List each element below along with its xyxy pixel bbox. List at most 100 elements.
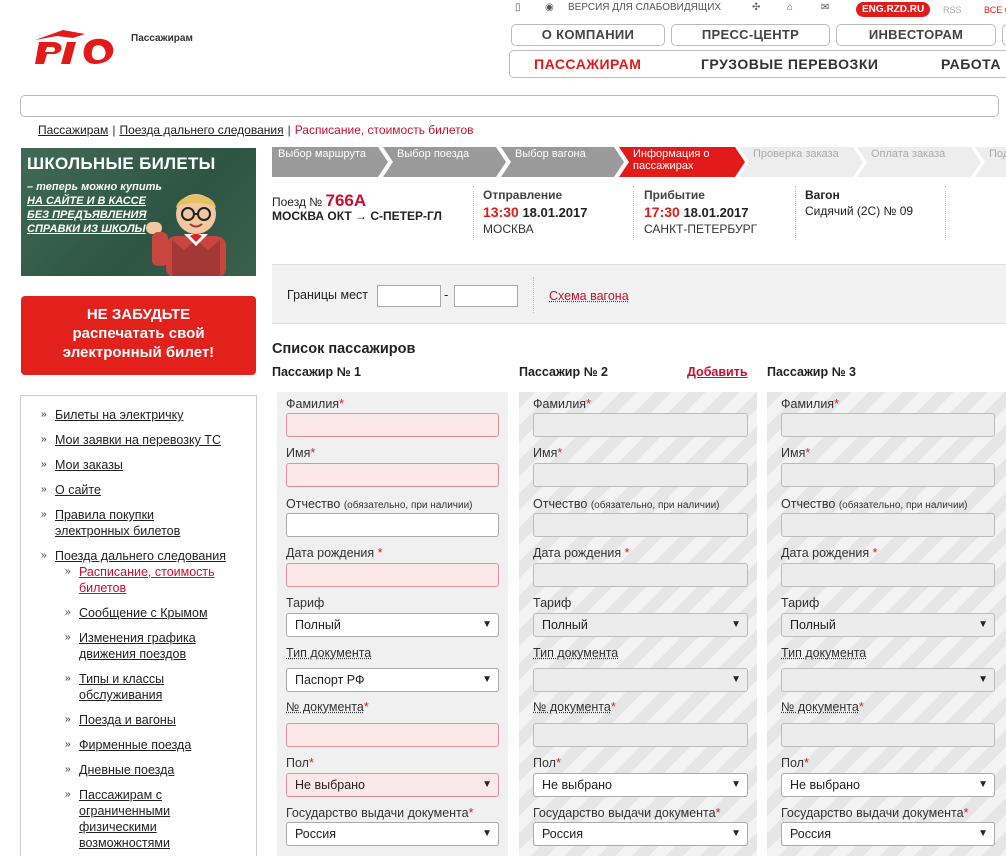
sitemap-icon[interactable]: ✣ bbox=[752, 2, 760, 13]
nav-freight[interactable]: ГРУЗОВЫЕ ПЕРЕВОЗКИ bbox=[701, 56, 878, 72]
tariff-select[interactable]: Полный ▼ bbox=[286, 613, 499, 637]
doc-number-input[interactable] bbox=[286, 723, 499, 747]
breadcrumb-current: Расписание, стоимость билетов bbox=[294, 123, 474, 137]
patronymic-input[interactable] bbox=[533, 513, 748, 537]
rzd-logo[interactable] bbox=[33, 24, 125, 66]
sidebar-subitem-trains-cars[interactable]: Поезда и вагоны bbox=[79, 712, 176, 728]
name-input[interactable] bbox=[533, 463, 748, 487]
patronymic-input[interactable] bbox=[286, 513, 499, 537]
bullet-icon: » bbox=[65, 632, 71, 643]
bullet-icon: » bbox=[41, 459, 47, 470]
print-ticket-banner[interactable]: НЕ ЗАБУДЬТЕ распечатать свой электронный… bbox=[21, 296, 256, 375]
seat-from-input[interactable] bbox=[377, 285, 441, 307]
name-label: Имя* bbox=[533, 446, 563, 460]
birthdate-input[interactable] bbox=[781, 563, 995, 587]
eng-site-link[interactable]: ENG.RZD.RU bbox=[856, 2, 931, 17]
bullet-icon: » bbox=[65, 673, 71, 684]
doc-type-label[interactable]: Тип документа bbox=[286, 646, 371, 660]
breadcrumb-passengers[interactable]: Пассажирам bbox=[38, 123, 108, 137]
name-input[interactable] bbox=[286, 463, 499, 487]
low-vision-link[interactable]: ВЕРСИЯ ДЛЯ СЛАБОВИДЯЩИХ bbox=[568, 2, 721, 13]
birthdate-input[interactable] bbox=[286, 563, 499, 587]
chevron-down-icon: ▼ bbox=[731, 779, 741, 790]
sidebar-item-long-distance[interactable]: Поезда дальнего следования bbox=[55, 548, 226, 564]
country-select[interactable]: Россия ▼ bbox=[286, 822, 499, 846]
tariff-label: Тариф bbox=[286, 596, 325, 610]
divider bbox=[633, 186, 634, 240]
schoolboy-illustration bbox=[146, 194, 226, 276]
passenger-1-title: Пассажир № 1 bbox=[272, 365, 361, 379]
country-select[interactable]: Россия ▼ bbox=[781, 822, 995, 846]
country-label: Государство выдачи документа* bbox=[286, 806, 474, 820]
doc-number-input[interactable] bbox=[781, 723, 995, 747]
patronymic-input[interactable] bbox=[781, 513, 995, 537]
home-icon[interactable]: ⌂ bbox=[787, 2, 793, 13]
doc-type-select[interactable]: Паспорт РФ ▼ bbox=[286, 668, 499, 692]
sidebar-subitem-schedule[interactable]: Расписание, стоимость билетов bbox=[79, 564, 239, 596]
gender-select[interactable]: Не выбрано ▼ bbox=[533, 773, 748, 797]
breadcrumb: Пассажирам | Поезда дальнего следования | Ра… bbox=[38, 123, 474, 137]
sidebar-item-rules[interactable]: Правила покупки электронных билетов bbox=[55, 507, 215, 539]
nav-press[interactable]: ПРЕСС-ЦЕНТР bbox=[671, 24, 830, 46]
sidebar-item-commuter[interactable]: Билеты на электричку bbox=[55, 407, 184, 423]
doc-type-label[interactable]: Тип документа bbox=[781, 646, 866, 660]
chevron-down-icon: ▼ bbox=[978, 674, 988, 685]
step-passengers: Информация о пассажирах bbox=[619, 147, 745, 177]
nav-company[interactable]: О КОМПАНИИ bbox=[511, 24, 665, 46]
gender-select[interactable]: Не выбрано ▼ bbox=[781, 773, 995, 797]
car-value: Сидячий (2С) № 09 bbox=[805, 204, 914, 218]
car-scheme-link[interactable]: Схема вагона bbox=[549, 289, 629, 303]
name-input[interactable] bbox=[781, 463, 995, 487]
step-route[interactable]: Выбор маршрута bbox=[272, 147, 388, 177]
logo-caption: Пассажирам bbox=[131, 33, 193, 44]
step-train[interactable]: Выбор поезда bbox=[383, 147, 506, 177]
search-bar[interactable] bbox=[20, 95, 999, 117]
sidebar-subitem-classes[interactable]: Типы и классы обслуживания bbox=[79, 671, 199, 703]
country-select[interactable]: Россия ▼ bbox=[533, 822, 748, 846]
bullet-icon: » bbox=[41, 409, 47, 420]
surname-input[interactable] bbox=[286, 413, 499, 437]
tariff-select[interactable]: Полный ▼ bbox=[781, 613, 995, 637]
eye-icon[interactable]: ◉ bbox=[545, 2, 554, 13]
passenger-2-form: Фамилия* Имя* Отчество (обязательно, при… bbox=[519, 392, 757, 856]
doc-type-label[interactable]: Тип документа bbox=[533, 646, 618, 660]
nav-more[interactable] bbox=[1002, 24, 1006, 46]
birthdate-input[interactable] bbox=[533, 563, 748, 587]
nav-passengers[interactable]: ПАССАЖИРАМ bbox=[534, 56, 641, 72]
doc-number-input[interactable] bbox=[533, 723, 748, 747]
bullet-icon: » bbox=[65, 607, 71, 618]
sidebar-subitem-changes[interactable]: Изменения графика движения поездов bbox=[79, 630, 219, 662]
passenger-list-title: Список пассажиров bbox=[272, 341, 416, 357]
rss-link[interactable]: RSS bbox=[943, 5, 962, 15]
sidebar-subitem-accessibility[interactable]: Пассажирам с ограниченными физическими в… bbox=[79, 787, 189, 851]
sidebar-subitem-crimea[interactable]: Сообщение с Крымом bbox=[79, 605, 208, 621]
birthdate-label: Дата рождения * bbox=[286, 546, 383, 560]
sidebar-item-orders[interactable]: Мои заказы bbox=[55, 457, 123, 473]
doc-type-select[interactable]: ▼ bbox=[781, 668, 995, 692]
school-tickets-banner[interactable]: ШКОЛЬНЫЕ БИЛЕТЫ – теперь можно купить НА… bbox=[21, 148, 256, 276]
sidebar-item-about[interactable]: О сайте bbox=[55, 482, 101, 498]
chevron-down-icon: ▼ bbox=[731, 674, 741, 685]
passenger-3-form: Фамилия* Имя* Отчество (обязательно, при… bbox=[767, 392, 1006, 856]
breadcrumb-long-distance[interactable]: Поезда дальнего следования bbox=[119, 123, 283, 137]
sidebar-item-vehicle-requests[interactable]: Мои заявки на перевозку ТС bbox=[55, 432, 221, 448]
nav-investors[interactable]: ИНВЕСТОРАМ bbox=[836, 24, 996, 46]
gender-label: Пол* bbox=[286, 756, 314, 770]
mail-icon[interactable]: ✉ bbox=[821, 2, 829, 13]
mobile-icon[interactable]: ▯ bbox=[515, 2, 521, 13]
chevron-down-icon: ▼ bbox=[482, 619, 492, 630]
step-car[interactable]: Выбор вагона bbox=[501, 147, 624, 177]
doc-type-select[interactable]: ▼ bbox=[533, 668, 748, 692]
booking-steps: Выбор маршрута Выбор поезда Выбор вагона… bbox=[272, 147, 1006, 177]
nav-jobs[interactable]: РАБОТА bbox=[941, 56, 1001, 72]
surname-input[interactable] bbox=[781, 413, 995, 437]
tariff-select[interactable]: Полный ▼ bbox=[533, 613, 748, 637]
seat-to-input[interactable] bbox=[454, 285, 518, 307]
add-passenger-link[interactable]: Добавить bbox=[687, 365, 748, 379]
sidebar-subitem-branded[interactable]: Фирменные поезда bbox=[79, 737, 191, 753]
gender-select[interactable]: Не выбрано ▼ bbox=[286, 773, 499, 797]
sidebar-subitem-day-trains[interactable]: Дневные поезда bbox=[79, 762, 174, 778]
all-sites-link[interactable]: ВСЕ С bbox=[984, 5, 1006, 15]
surname-input[interactable] bbox=[533, 413, 748, 437]
bullet-icon: » bbox=[41, 509, 47, 520]
